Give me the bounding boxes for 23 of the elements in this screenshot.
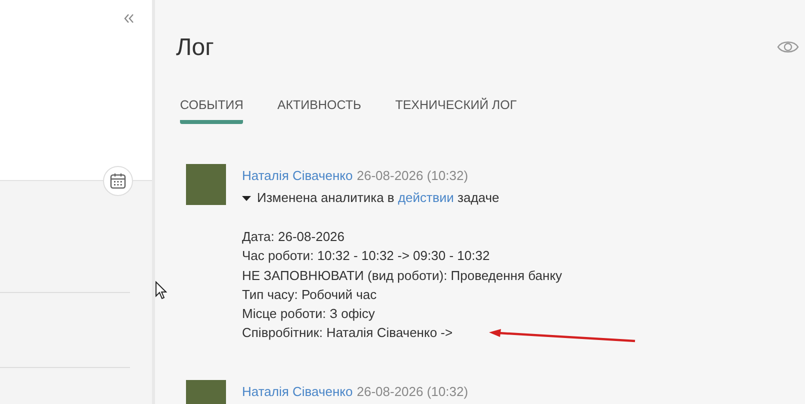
detail-line: Співробітник: Наталія Сіваченко -> — [242, 324, 454, 342]
author-link[interactable]: Наталія Сіваченко — [242, 384, 353, 399]
action-link[interactable]: действии — [398, 190, 454, 205]
expand-triangle-icon[interactable] — [242, 196, 251, 200]
avatar-photo-placeholder — [186, 164, 226, 205]
calendar-button[interactable] — [103, 166, 133, 196]
log-tab[interactable]: ТЕХНИЧЕСКИЙ ЛОГ — [395, 97, 517, 124]
detail-line: НЕ ЗАПОВНЮВАТИ (вид роботи): Проведення банку — [242, 266, 562, 285]
log-tab[interactable]: АКТИВНОСТЬ — [277, 97, 362, 124]
log-tab[interactable]: СОБЫТИЯ — [180, 97, 244, 124]
calendar-icon — [109, 172, 127, 190]
log-title: Лог — [176, 33, 214, 63]
double-chevron-left-icon[interactable] — [124, 14, 134, 23]
detail-line: Місце роботи: З офісу — [242, 305, 376, 324]
detail-line: Дата: 26-08-2026 — [242, 228, 346, 246]
author-link[interactable]: Наталія Сіваченко — [242, 168, 353, 183]
eye-icon[interactable] — [777, 40, 799, 54]
mouse-pointer-icon — [155, 281, 167, 300]
timestamp: 26-08-2026 (10:32) — [356, 168, 468, 183]
timestamp: 26-08-2026 (10:32) — [356, 384, 468, 399]
detail-line: Час роботи: 10:32 - 10:32 -> 09:30 - 10:32 — [242, 247, 491, 266]
event-summary: Изменена аналитика в действии задаче — [257, 189, 500, 207]
detail-line: Тип часу: Робочий час — [242, 286, 378, 304]
